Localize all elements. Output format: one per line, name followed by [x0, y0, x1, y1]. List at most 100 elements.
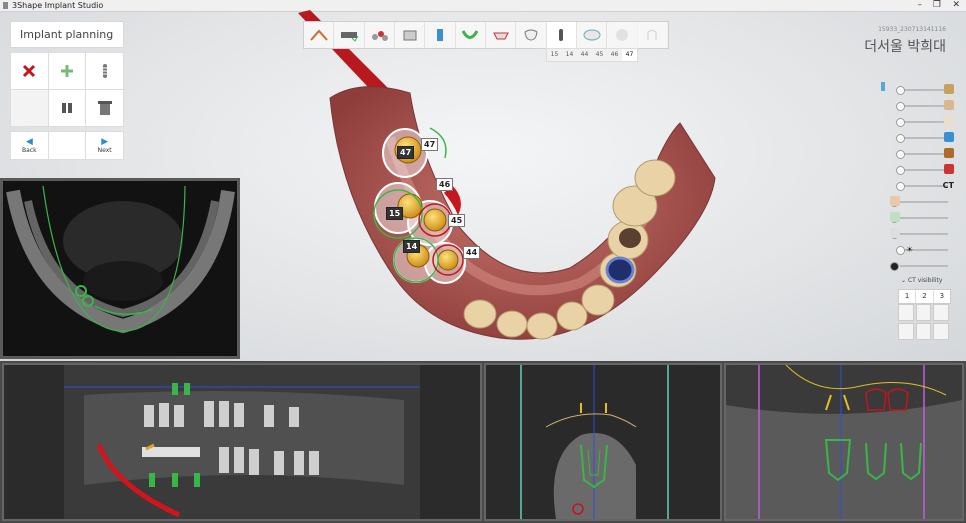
- crown-icon: [524, 29, 538, 41]
- view-tab[interactable]: 3: [934, 290, 950, 303]
- slider-sleeve[interactable]: [896, 148, 954, 160]
- dental-arch-model[interactable]: [320, 78, 730, 348]
- next-button[interactable]: ▶ Next: [86, 132, 123, 159]
- guide-3d-step-button[interactable]: [607, 22, 638, 48]
- ct-axial-view[interactable]: [0, 178, 240, 359]
- view-right-button[interactable]: [933, 304, 949, 321]
- add-implant-button[interactable]: [48, 53, 86, 89]
- implant-label-15[interactable]: 15: [386, 207, 404, 220]
- sun-icon: ☀: [906, 245, 914, 254]
- tooth-selector: 15 14 44 45 46 47: [546, 48, 638, 62]
- tooth-tab[interactable]: 14: [562, 49, 577, 61]
- arrow-left-icon: ◀: [25, 136, 33, 147]
- teeth-icon: [372, 31, 389, 41]
- cross-section-ct-view[interactable]: [484, 363, 722, 521]
- tooth-tab[interactable]: 45: [592, 49, 607, 61]
- empty-tool-slot: [11, 90, 48, 126]
- implant-label-47[interactable]: 47: [421, 138, 439, 151]
- view-left-button[interactable]: [915, 304, 932, 321]
- nav-spacer: [48, 132, 86, 159]
- back-label: Back: [22, 146, 37, 154]
- slider-model[interactable]: [896, 84, 954, 96]
- arch-icon: [461, 30, 479, 39]
- ct-visibility-toggle[interactable]: ⌄ CT visibility: [901, 277, 942, 284]
- page-title: Implant planning: [20, 28, 114, 41]
- app-title: 3Shape Implant Studio: [12, 1, 104, 10]
- arch-step-button[interactable]: [456, 22, 486, 48]
- slider-tray[interactable]: [890, 228, 954, 240]
- cross-section-ct-image: [486, 365, 720, 519]
- implant-label-45[interactable]: 45: [448, 214, 466, 227]
- slider-implant[interactable]: [896, 132, 954, 144]
- guide-icon: [583, 29, 601, 41]
- chevron-down-icon: ⌄: [901, 277, 908, 284]
- panoramic-ct-view[interactable]: [2, 363, 482, 521]
- panoramic-step-button[interactable]: [395, 22, 426, 48]
- slider-brightness[interactable]: ☀: [896, 244, 954, 256]
- view-orientation-buttons: [898, 304, 949, 340]
- app-icon: [3, 2, 8, 9]
- tooth-tab-selected[interactable]: 47: [622, 49, 637, 61]
- implant-icon: [559, 29, 564, 41]
- ct-label: CT: [942, 181, 954, 190]
- wizard-nav: ◀ Back ▶ Next: [10, 131, 124, 160]
- view-back-button[interactable]: [933, 323, 949, 340]
- implant-label-14[interactable]: 14: [403, 240, 421, 253]
- implant-icon: [101, 64, 108, 78]
- crown-setup-step-button[interactable]: [486, 22, 517, 48]
- abutment-button[interactable]: [48, 90, 86, 126]
- export-step-button[interactable]: [638, 22, 668, 48]
- arrow-right-icon: ▶: [101, 136, 109, 147]
- abutment-icon: [61, 103, 72, 113]
- implant-tool-grid: [10, 52, 124, 127]
- view-top-button[interactable]: [898, 323, 914, 340]
- patient-id: 15933_230713141116: [878, 26, 946, 33]
- implant-label-46[interactable]: 46: [436, 178, 454, 191]
- back-button[interactable]: ◀ Back: [11, 132, 48, 159]
- delete-implant-button[interactable]: [11, 53, 48, 89]
- teeth-step-button[interactable]: [365, 22, 395, 48]
- restore-button[interactable]: ❐: [933, 0, 941, 11]
- sleeve-icon: [97, 101, 112, 115]
- view-tab[interactable]: 1: [899, 290, 917, 303]
- tooth-tab[interactable]: 44: [577, 49, 592, 61]
- home-icon: [309, 29, 328, 41]
- ct-views-area: [0, 361, 966, 523]
- scan-alignment-step-button[interactable]: [334, 22, 365, 48]
- sleeve-button[interactable]: [86, 90, 123, 126]
- view-tab[interactable]: 2: [916, 290, 934, 303]
- view-front-button[interactable]: [898, 304, 914, 321]
- visibility-sliders: CT ☀: [876, 82, 956, 282]
- scan-icon: [340, 32, 359, 42]
- slider-crown[interactable]: [896, 116, 954, 128]
- slider-contrast[interactable]: [890, 260, 954, 272]
- tooth-tab[interactable]: 15: [547, 49, 562, 61]
- view-bottom-button[interactable]: [915, 323, 932, 340]
- implant-head-icon: [436, 29, 443, 41]
- guide-step-button[interactable]: [577, 22, 608, 48]
- plus-icon: [60, 65, 73, 77]
- slider-antagonist[interactable]: [896, 100, 954, 112]
- implant-label-47-inner[interactable]: 47: [397, 146, 415, 159]
- next-label: Next: [97, 146, 112, 154]
- slider-guide[interactable]: [890, 212, 954, 224]
- tangential-ct-view[interactable]: [724, 363, 964, 521]
- close-button[interactable]: ✕: [952, 0, 960, 11]
- implant-step-button[interactable]: [546, 22, 577, 48]
- axial-ct-image: [3, 181, 237, 356]
- tooth-tab[interactable]: 46: [607, 49, 622, 61]
- home-step-button[interactable]: [304, 22, 335, 48]
- ct-visibility-label: CT visibility: [907, 277, 943, 284]
- slider-ct[interactable]: CT: [896, 180, 954, 192]
- minimize-button[interactable]: –: [918, 0, 923, 11]
- slider-scan[interactable]: [890, 196, 954, 208]
- slider-nerve[interactable]: [896, 164, 954, 176]
- tangential-ct-image: [726, 365, 962, 519]
- implant-label-44[interactable]: 44: [463, 246, 481, 259]
- panoramic-icon: [403, 30, 417, 41]
- panoramic-ct-image: [4, 365, 480, 519]
- implant-head-step-button[interactable]: [425, 22, 456, 48]
- export-icon: [647, 29, 657, 40]
- crown-step-button[interactable]: [516, 22, 547, 48]
- implant-button[interactable]: [86, 53, 123, 89]
